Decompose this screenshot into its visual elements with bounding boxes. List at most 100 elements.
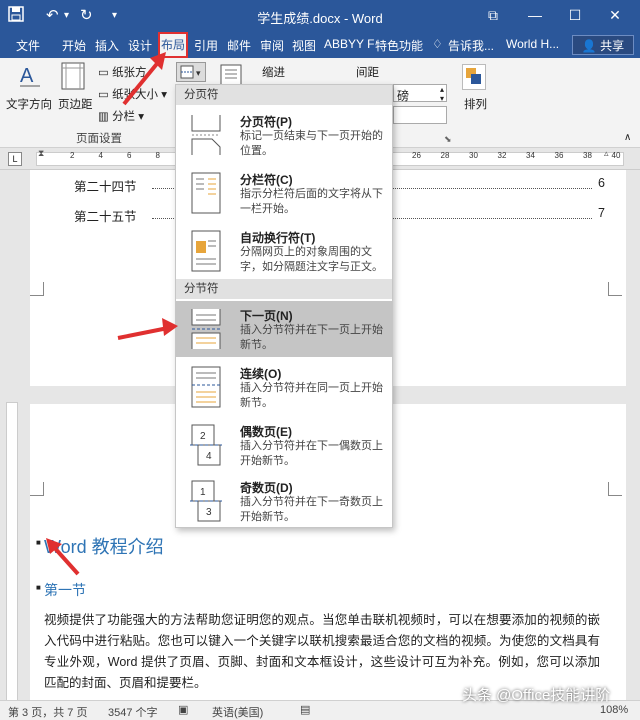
tab-features[interactable]: 特色功能 xyxy=(375,37,423,54)
size-label: 纸张大小 xyxy=(112,89,159,101)
crop-mark xyxy=(608,282,622,296)
ribbon-display-button[interactable]: ⧉ xyxy=(478,4,508,26)
tab-layout[interactable]: 布局 xyxy=(158,32,188,58)
menu-item-desc: 分隔网页上的对象周围的文字，如分隔题注文字与正文。 xyxy=(240,246,383,273)
spinner-icon[interactable]: ▴ ▾ xyxy=(440,85,444,103)
person-icon: 👤 xyxy=(581,39,597,53)
tab-file[interactable]: 文件 xyxy=(16,37,40,54)
ruler-number: 34 xyxy=(526,151,535,160)
toc-entry[interactable]: 第二十四节 xyxy=(74,176,137,195)
ruler-number: 2 xyxy=(70,151,75,160)
ruler-number: 38 xyxy=(583,151,592,160)
maximize-button[interactable]: ☐ xyxy=(560,4,590,26)
heading-2[interactable]: 第一节 xyxy=(44,580,86,600)
svg-text:▾: ▾ xyxy=(196,68,201,78)
tell-me-input[interactable]: 告诉我... xyxy=(448,37,494,54)
indent-label: 缩进 xyxy=(262,67,285,79)
right-indent-marker-icon[interactable]: ▵ xyxy=(604,148,609,159)
zoom-level[interactable]: 108% xyxy=(600,704,628,716)
tab-view[interactable]: 视图 xyxy=(292,37,316,54)
columns-button[interactable]: ▥ 分栏 ▾ xyxy=(98,108,144,124)
vertical-ruler xyxy=(0,170,22,702)
menu-item-even-page[interactable]: 24 偶数页(E) 插入分节符并在下一偶数页上开始新节。 xyxy=(176,417,392,473)
tab-selector[interactable]: L xyxy=(8,152,22,166)
title-bar: ↶ ▾ ↻ ▾ 学生成绩.docx - Word ⧉ — ☐ ✕ xyxy=(0,0,640,32)
text-direction-icon[interactable]: A xyxy=(18,62,42,91)
menu-item-next-page[interactable]: 下一页(N) 插入分节符并在下一页上开始新节。 xyxy=(176,301,392,357)
proofing-icon[interactable]: ▣ xyxy=(178,703,188,716)
language[interactable]: 英语(美国) xyxy=(212,704,263,720)
spacing-unit: 磅 xyxy=(397,89,410,103)
tab-review[interactable]: 审阅 xyxy=(260,37,284,54)
menu-item-column-break[interactable]: 分栏符(C) 指示分栏符后面的文字将从下一栏开始。 xyxy=(176,165,392,221)
toc-entry[interactable]: 第二十五节 xyxy=(74,206,137,225)
vertical-ruler-strip[interactable] xyxy=(6,402,18,702)
orientation-button[interactable]: ▭ 纸张方 xyxy=(98,64,147,80)
section-breaks-header: 分节符 xyxy=(176,279,392,299)
tab-mailings[interactable]: 邮件 xyxy=(227,37,251,54)
menu-item-title: 偶数页(E) xyxy=(240,425,292,439)
continuous-icon xyxy=(191,366,221,408)
page-count[interactable]: 第 3 页，共 7 页 xyxy=(8,704,87,720)
crop-mark xyxy=(30,282,44,296)
minimize-button[interactable]: — xyxy=(520,4,550,26)
spacing-label: 间距 xyxy=(356,67,379,79)
arrange-icon[interactable] xyxy=(462,64,486,90)
margins-icon[interactable] xyxy=(60,62,86,93)
menu-item-continuous[interactable]: 连续(O) 插入分节符并在同一页上开始新节。 xyxy=(176,359,392,415)
margins-button[interactable]: 页边距 xyxy=(58,96,93,112)
tab-design[interactable]: 设计 xyxy=(128,37,152,54)
menu-item-odd-page[interactable]: 13 奇数页(D) 插入分节符并在下一奇数页上开始新节。 xyxy=(176,473,392,529)
collapse-ribbon-icon[interactable]: ∧ xyxy=(624,132,631,143)
ruler-number: 6 xyxy=(127,151,132,160)
share-button[interactable]: 👤 共享 xyxy=(572,35,634,55)
svg-text:2: 2 xyxy=(200,431,206,442)
menu-item-desc: 插入分节符并在下一页上开始新节。 xyxy=(240,324,383,351)
macro-icon[interactable]: ▤ xyxy=(300,703,310,716)
column-break-icon xyxy=(191,172,221,214)
watermark: 头条 @Office技能讲阶 xyxy=(462,687,611,704)
bullet-marker: ■ xyxy=(36,583,41,592)
word-count[interactable]: 3547 个字 xyxy=(108,704,158,720)
page-setup-group-label: 页面设置 xyxy=(76,133,122,145)
paragraph-launcher-icon[interactable]: ⬊ xyxy=(444,134,452,145)
spacing-after-field[interactable] xyxy=(393,106,447,124)
lightbulb-icon[interactable]: ♢ xyxy=(432,37,443,51)
heading-1[interactable]: Word 教程介绍 xyxy=(44,533,164,559)
svg-text:1: 1 xyxy=(200,487,206,498)
ruler-number: 4 xyxy=(98,151,103,160)
svg-text:3: 3 xyxy=(206,507,212,518)
breaks-menu: 分页符 分页符(P) 标记一页结束与下一页开始的位置。 分栏符(C) 指示分栏符… xyxy=(175,84,393,528)
menu-item-title: 连续(O) xyxy=(240,367,282,381)
menu-item-desc: 标记一页结束与下一页开始的位置。 xyxy=(240,130,383,157)
menu-item-desc: 插入分节符并在下一偶数页上开始新节。 xyxy=(240,440,383,467)
body-paragraph[interactable]: 视频提供了功能强大的方法帮助您证明您的观点。当您单击联机视频时，可以在想要添加的… xyxy=(44,610,600,694)
close-button[interactable]: ✕ xyxy=(600,4,630,26)
account-name[interactable]: World H... xyxy=(506,37,559,51)
arrange-button[interactable]: 排列 xyxy=(464,96,487,112)
menu-item-desc: 插入分节符并在同一页上开始新节。 xyxy=(240,382,383,409)
text-wrapping-break-icon xyxy=(191,230,221,272)
tab-abbyy[interactable]: ABBYY F xyxy=(324,37,374,51)
menu-item-desc: 指示分栏符后面的文字将从下一栏开始。 xyxy=(240,188,383,215)
menu-item-title: 奇数页(D) xyxy=(240,481,293,495)
size-button[interactable]: ▭ 纸张大小 ▾ xyxy=(98,86,167,102)
menu-item-title: 分页符(P) xyxy=(240,115,292,129)
ribbon-tabs: 文件 开始 插入 设计 引用 邮件 审阅 视图 ABBYY F 特色功能 ♢ 告… xyxy=(0,32,640,58)
menu-item-title: 分栏符(C) xyxy=(240,173,293,187)
tab-references[interactable]: 引用 xyxy=(194,37,218,54)
breaks-button[interactable]: ▾ xyxy=(176,62,206,82)
crop-mark xyxy=(30,482,44,496)
tab-home[interactable]: 开始 xyxy=(62,37,86,54)
indent-marker-icon[interactable]: ⧗ xyxy=(38,148,44,159)
menu-item-text-wrapping-break[interactable]: 自动换行符(T) 分隔网页上的对象周围的文字，如分隔题注文字与正文。 xyxy=(176,223,392,279)
bullet-marker: ■ xyxy=(36,538,41,547)
menu-item-page-break[interactable]: 分页符(P) 标记一页结束与下一页开始的位置。 xyxy=(176,107,392,163)
menu-item-title: 自动换行符(T) xyxy=(240,231,316,245)
spacing-before-field[interactable]: 磅 ▴ ▾ xyxy=(393,84,447,103)
ruler-number: 36 xyxy=(554,151,564,160)
text-direction-button[interactable]: 文字方向 xyxy=(6,96,52,112)
tab-insert[interactable]: 插入 xyxy=(95,37,119,54)
share-label: 共享 xyxy=(600,39,625,53)
menu-item-desc: 插入分节符并在下一奇数页上开始新节。 xyxy=(240,496,383,523)
